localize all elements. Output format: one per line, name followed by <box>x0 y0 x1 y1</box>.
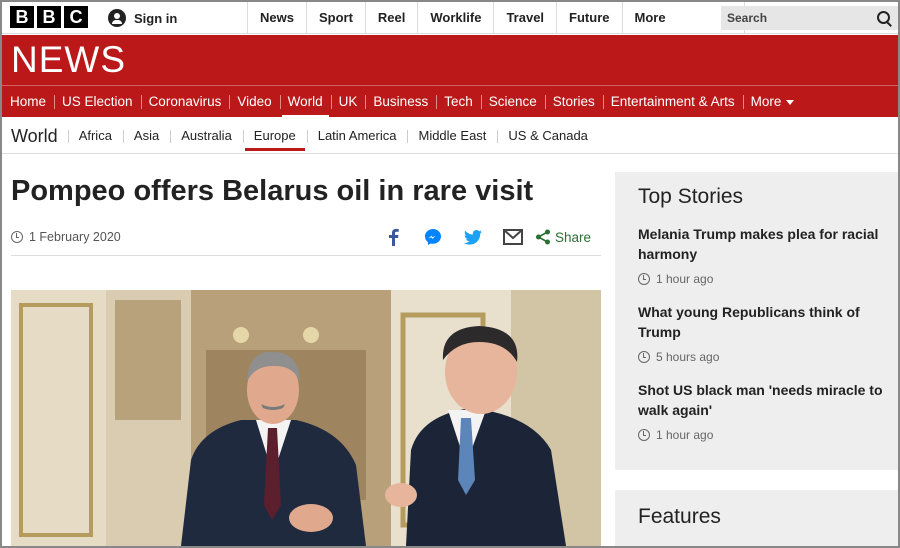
nav-coronavirus[interactable]: Coronavirus <box>140 86 230 118</box>
subnav-europe[interactable]: Europe <box>242 118 307 154</box>
bbc-logo-letter: B <box>37 6 61 28</box>
global-nav-news[interactable]: News <box>247 2 306 34</box>
subnav-asia[interactable]: Asia <box>122 118 170 154</box>
top-story-title[interactable]: What young Republicans think of Trump <box>638 302 886 342</box>
nav-entertainment-arts[interactable]: Entertainment & Arts <box>602 86 743 118</box>
top-story-item[interactable]: Shot US black man 'needs miracle to walk… <box>638 380 886 442</box>
top-story-time: 5 hours ago <box>638 350 886 364</box>
global-navigation: B B C Sign in News Sport Reel Worklife T… <box>2 2 898 34</box>
global-nav-sport[interactable]: Sport <box>305 2 365 34</box>
subnav-latin-america[interactable]: Latin America <box>306 118 408 154</box>
top-story-item[interactable]: What young Republicans think of Trump 5 … <box>638 302 886 364</box>
subnav-us-canada[interactable]: US & Canada <box>497 118 599 154</box>
global-nav-future[interactable]: Future <box>556 2 621 34</box>
sign-in-link[interactable]: Sign in <box>108 2 177 34</box>
nav-world[interactable]: World <box>279 86 331 118</box>
search-input[interactable]: Search <box>721 6 898 30</box>
bbc-logo-letter: B <box>10 6 34 28</box>
subnav-africa[interactable]: Africa <box>67 118 123 154</box>
news-logo[interactable]: NEWS <box>11 39 126 81</box>
top-story-item[interactable]: Melania Trump makes plea for racial harm… <box>638 224 886 286</box>
nav-tech[interactable]: Tech <box>436 86 481 118</box>
nav-more-label: More <box>750 94 782 109</box>
global-nav-more-label: More <box>634 10 666 25</box>
subnav-australia[interactable]: Australia <box>170 118 243 154</box>
subnav-middle-east[interactable]: Middle East <box>407 118 497 154</box>
news-main-nav: Home US Election Coronavirus Video World… <box>2 85 898 118</box>
global-nav-links: News Sport Reel Worklife Travel Future M… <box>247 2 745 34</box>
top-stories-title: Top Stories <box>638 185 744 208</box>
nav-stories[interactable]: Stories <box>544 86 603 118</box>
features-panel: Features <box>615 490 898 546</box>
clock-icon <box>638 273 650 285</box>
facebook-share-button[interactable] <box>373 226 413 248</box>
share-button[interactable]: Share <box>535 229 591 245</box>
bbc-logo-letter: C <box>64 6 88 28</box>
facebook-icon <box>389 228 399 246</box>
clock-icon <box>638 351 650 363</box>
global-nav-worklife[interactable]: Worklife <box>417 2 493 34</box>
top-story-time-text: 1 hour ago <box>656 272 714 286</box>
top-story-time: 1 hour ago <box>638 272 886 286</box>
chevron-down-icon <box>786 99 795 105</box>
article-meta: 1 February 2020 Share <box>11 226 601 256</box>
clock-icon <box>638 429 650 441</box>
article-headline: Pompeo offers Belarus oil in rare visit <box>11 175 534 207</box>
nav-uk[interactable]: UK <box>330 86 366 118</box>
nav-science[interactable]: Science <box>480 86 545 118</box>
top-story-time-text: 5 hours ago <box>656 350 720 364</box>
world-sub-nav: World Africa Asia Australia Europe Latin… <box>2 118 898 154</box>
news-masthead: NEWS <box>2 35 898 85</box>
nav-business[interactable]: Business <box>365 86 436 118</box>
share-label: Share <box>555 229 592 245</box>
global-nav-travel[interactable]: Travel <box>493 2 556 34</box>
messenger-share-button[interactable] <box>413 226 453 248</box>
top-story-title[interactable]: Melania Trump makes plea for racial harm… <box>638 224 886 264</box>
article-photo <box>11 290 601 546</box>
search-icon[interactable] <box>877 10 892 26</box>
nav-video[interactable]: Video <box>229 86 279 118</box>
messenger-icon <box>425 229 441 245</box>
bbc-logo[interactable]: B B C <box>10 6 88 28</box>
top-story-time-text: 1 hour ago <box>656 428 714 442</box>
nav-more-button[interactable]: More <box>742 86 803 118</box>
nav-home[interactable]: Home <box>2 86 54 118</box>
sign-in-label: Sign in <box>134 10 178 26</box>
features-title: Features <box>638 505 721 528</box>
top-stories-panel: Top Stories Melania Trump makes plea for… <box>615 172 898 470</box>
article-date: 1 February 2020 <box>11 230 121 244</box>
article-photo-image <box>11 290 601 546</box>
twitter-share-button[interactable] <box>453 226 493 248</box>
nav-us-election[interactable]: US Election <box>54 86 141 118</box>
share-icon <box>536 229 550 245</box>
clock-icon <box>11 231 23 243</box>
email-share-button[interactable] <box>493 226 533 248</box>
article-date-text: 1 February 2020 <box>29 230 121 244</box>
section-title[interactable]: World <box>2 118 68 154</box>
browser-page: B B C Sign in News Sport Reel Worklife T… <box>2 2 898 546</box>
twitter-icon <box>464 229 482 245</box>
share-tools: Share <box>373 226 591 248</box>
top-story-time: 1 hour ago <box>638 428 886 442</box>
search-placeholder: Search <box>727 11 768 25</box>
global-nav-reel[interactable]: Reel <box>364 2 417 34</box>
email-icon <box>503 229 523 245</box>
top-story-title[interactable]: Shot US black man 'needs miracle to walk… <box>638 380 886 420</box>
user-icon <box>108 9 126 27</box>
